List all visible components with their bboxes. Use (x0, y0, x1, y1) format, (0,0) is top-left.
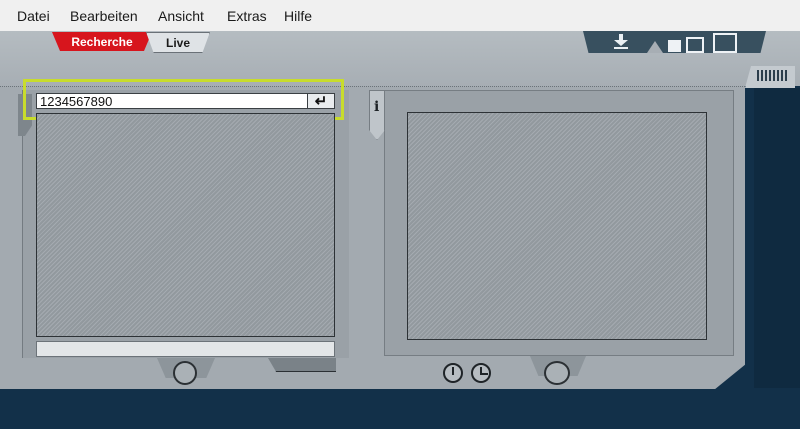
clock-hand (452, 367, 454, 375)
clock-end-icon[interactable] (471, 363, 491, 383)
grip-icon (757, 70, 787, 81)
info-icon: i (374, 99, 380, 115)
download-icon-graphic (614, 34, 628, 49)
download-icon[interactable] (603, 33, 639, 50)
menu-ansicht[interactable]: Ansicht (158, 8, 204, 24)
results-status-bar (36, 341, 335, 357)
side-background (754, 88, 800, 388)
menu-hilfe[interactable]: Hilfe (284, 8, 312, 24)
menu-bar: Datei Bearbeiten Ansicht Extras Hilfe (0, 0, 800, 32)
layout-medium-icon[interactable] (686, 37, 704, 53)
clock-hand (481, 373, 488, 375)
clock-start-icon[interactable] (443, 363, 463, 383)
right-knob-button[interactable] (544, 361, 570, 385)
menu-datei[interactable]: Datei (17, 8, 50, 24)
layout-large-icon[interactable] (713, 33, 737, 53)
tab-live[interactable]: Live (146, 32, 210, 53)
left-knob-button[interactable] (173, 361, 197, 385)
viewer-viewport[interactable] (407, 112, 707, 340)
left-resize-tab[interactable] (268, 358, 336, 372)
tab-recherche[interactable]: Recherche (52, 32, 152, 51)
layout-small-icon[interactable] (668, 40, 681, 52)
menu-extras[interactable]: Extras (227, 8, 267, 24)
right-info-tab[interactable]: i (369, 90, 385, 140)
results-list[interactable] (36, 113, 335, 337)
menu-bearbeiten[interactable]: Bearbeiten (70, 8, 138, 24)
